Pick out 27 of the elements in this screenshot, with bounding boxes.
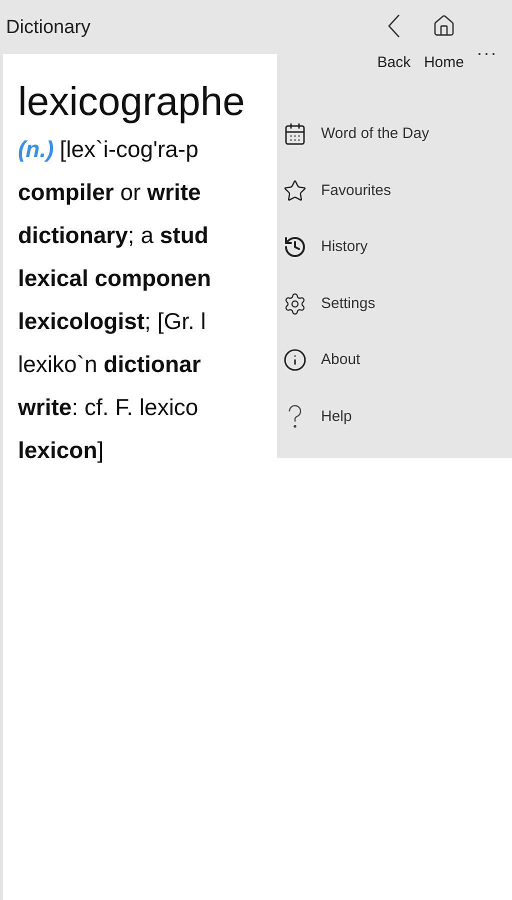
info-icon (283, 348, 307, 372)
menu-item[interactable]: Help (283, 400, 430, 433)
more-button[interactable]: ... (476, 36, 498, 63)
back-icon (388, 14, 400, 38)
back-button[interactable]: Back (370, 14, 417, 74)
star-icon (283, 178, 307, 203)
definition-line: dictionary; a stud (18, 221, 210, 250)
menu-item[interactable]: Word of the Day (283, 118, 430, 150)
definition-line: lexicologist; [Gr. l (18, 307, 207, 336)
part-of-speech: (n.) (18, 135, 54, 164)
menu-item[interactable]: Settings (283, 288, 430, 320)
settings-icon (283, 292, 307, 316)
headword: lexicographe (18, 79, 246, 126)
definition-line: lexicon] (18, 436, 105, 465)
history-icon (283, 235, 307, 260)
home-icon (432, 14, 456, 38)
definition-line: [lex`i-cog'ra-p (60, 135, 198, 164)
definition-line: write: cf. F. lexico (18, 393, 200, 422)
home-button[interactable]: Home (420, 14, 467, 74)
definition-line: compiler or write (18, 178, 202, 207)
app-title: Dictionary (6, 16, 90, 40)
menu-item[interactable]: Favourites (283, 174, 430, 207)
definition-line: lexiko`n dictionar (18, 350, 202, 379)
calendar-icon (283, 122, 307, 146)
definition-line: lexical componen (18, 264, 212, 293)
menu-item[interactable]: About (283, 344, 430, 376)
menu-item[interactable]: History (283, 231, 430, 264)
